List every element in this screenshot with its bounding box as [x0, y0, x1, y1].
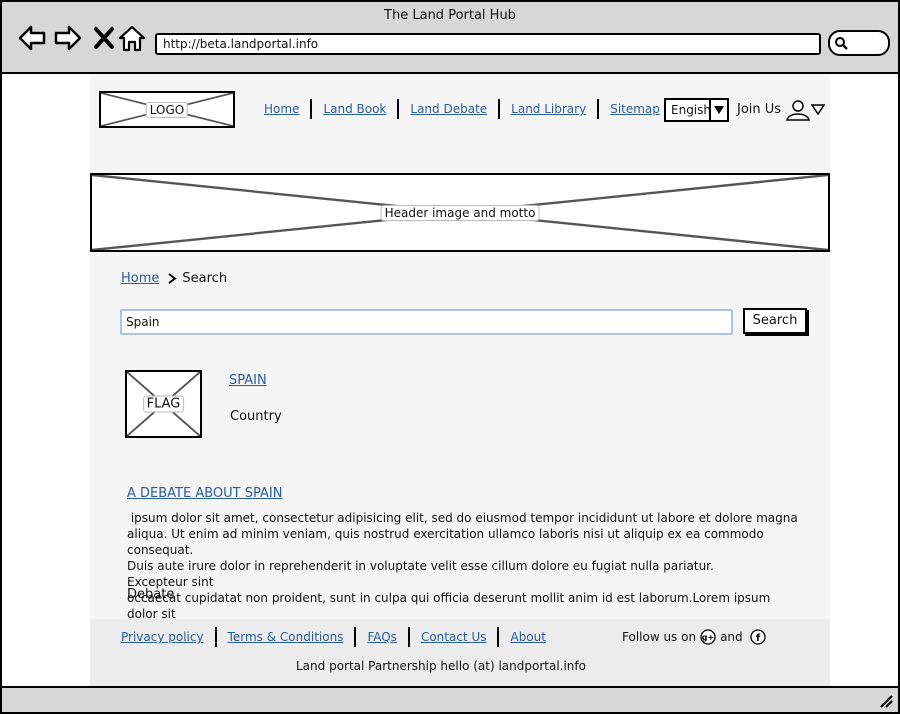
footer-about[interactable]: About [510, 630, 545, 644]
result-excerpt: ipsum dolor sit amet, consectetur adipis… [127, 510, 798, 622]
browser-chrome: The Land Portal Hub http://beta.landport… [2, 2, 898, 74]
user-icon[interactable] [786, 99, 810, 121]
window-title: The Land Portal Hub [384, 8, 516, 23]
web-page: LOGO Home Land Book Land Debate Land Lib… [90, 74, 830, 686]
footer-divider [354, 627, 357, 647]
search-icon [835, 37, 848, 50]
breadcrumb-home[interactable]: Home [121, 271, 159, 286]
breadcrumb: Home Search [121, 271, 227, 286]
chevron-down-icon [714, 106, 724, 114]
language-dropdown-toggle[interactable] [709, 100, 727, 120]
banner-label: Header image and motto [380, 204, 540, 221]
footer-terms[interactable]: Terms & Conditions [228, 630, 344, 644]
footer-divider [214, 627, 217, 647]
menu-divider [498, 99, 501, 119]
language-select[interactable]: Engish [664, 98, 729, 122]
google-plus-icon[interactable]: g+ [700, 629, 716, 645]
forward-arrow-icon[interactable] [53, 23, 83, 53]
home-icon[interactable] [117, 23, 147, 53]
footer-partnership: Land portal Partnership hello (at) landp… [296, 659, 586, 673]
chevron-right-icon [168, 273, 178, 284]
status-bar [2, 686, 898, 712]
chevron-down-icon[interactable] [811, 104, 825, 115]
footer-privacy-policy[interactable]: Privacy policy [121, 630, 204, 644]
menu-divider [397, 99, 400, 119]
footer-faqs[interactable]: FAQs [367, 630, 397, 644]
header-banner: Header image and motto [90, 173, 830, 252]
search-button[interactable]: Search [743, 308, 807, 334]
svg-text:g+: g+ [702, 633, 714, 642]
menu-divider [310, 99, 313, 119]
menu-divider [597, 99, 600, 119]
language-selected: Engish [671, 103, 711, 117]
close-icon[interactable] [89, 23, 119, 53]
logo-label: LOGO [145, 101, 189, 118]
flag-label: FLAG [142, 395, 185, 413]
result-type: Debate [127, 587, 175, 602]
result-title-spain[interactable]: SPAIN [229, 373, 267, 388]
resize-grip-icon[interactable] [878, 694, 894, 708]
menu-land-debate[interactable]: Land Debate [410, 102, 487, 116]
excerpt-line: aliqua. Ut enim ad minim veniam, quis no… [127, 527, 764, 557]
page-footer: Privacy policy Terms & Conditions FAQs C… [90, 619, 830, 686]
excerpt-line: Duis aute irure dolor in reprehenderit i… [127, 559, 714, 589]
facebook-icon[interactable]: f [750, 629, 766, 645]
footer-links: Privacy policy Terms & Conditions FAQs C… [121, 627, 546, 647]
excerpt-line: occaecat cupidatat non proident, sunt in… [127, 591, 771, 621]
search-input[interactable]: Spain [120, 309, 733, 335]
join-us-link[interactable]: Join Us [737, 102, 781, 117]
back-arrow-icon[interactable] [17, 23, 47, 53]
browser-search-box[interactable] [828, 30, 890, 56]
svg-text:f: f [755, 633, 760, 644]
and-text: and [720, 630, 743, 644]
address-bar[interactable]: http://beta.landportal.info [155, 33, 821, 55]
footer-divider [407, 627, 410, 647]
result-type: Country [230, 409, 282, 424]
footer-divider [497, 627, 500, 647]
browser-window: The Land Portal Hub http://beta.landport… [0, 0, 900, 714]
menu-sitemap[interactable]: Sitemap [610, 102, 660, 116]
social-follow: Follow us on g+ and f [622, 629, 766, 645]
menu-land-book[interactable]: Land Book [323, 102, 386, 116]
footer-contact-us[interactable]: Contact Us [421, 630, 487, 644]
main-menu: Home Land Book Land Debate Land Library … [264, 99, 660, 119]
breadcrumb-current: Search [182, 271, 228, 286]
result-title-debate[interactable]: A DEBATE ABOUT SPAIN [127, 486, 282, 501]
follow-text: Follow us on [622, 630, 697, 644]
excerpt-line: ipsum dolor sit amet, consectetur adipis… [127, 511, 798, 525]
menu-home[interactable]: Home [264, 102, 299, 116]
site-logo[interactable]: LOGO [99, 91, 235, 128]
menu-land-library[interactable]: Land Library [511, 102, 586, 116]
result-flag-image[interactable]: FLAG [125, 370, 202, 438]
